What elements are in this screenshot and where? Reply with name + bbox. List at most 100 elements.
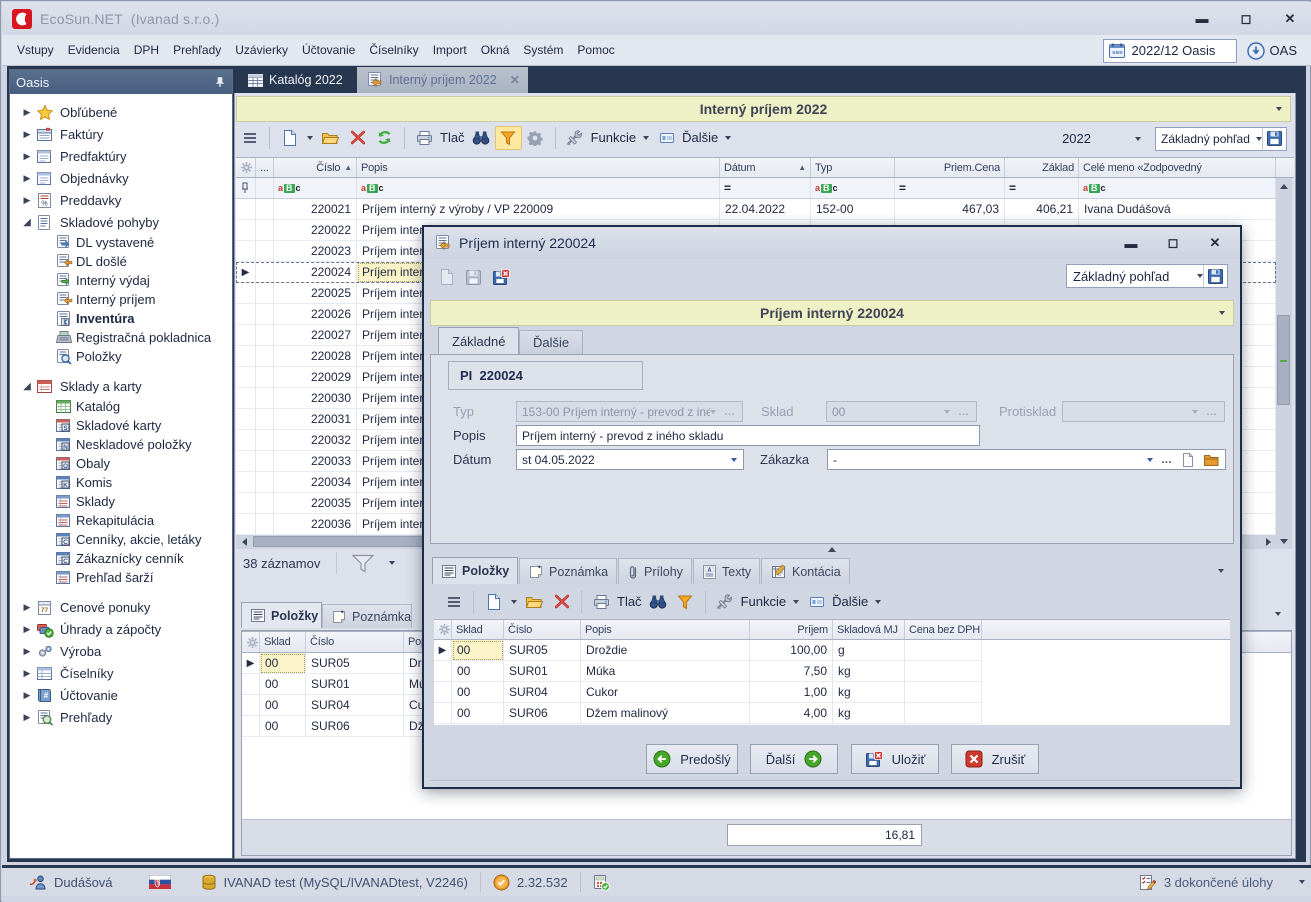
new-doc-icon[interactable] xyxy=(438,268,455,286)
grid-cell[interactable]: SUR01 xyxy=(306,674,404,695)
folder-open-icon[interactable] xyxy=(521,590,548,614)
grid-cell[interactable]: 00 xyxy=(452,682,504,703)
save-icon[interactable] xyxy=(465,269,482,286)
menu-pomoc[interactable]: Pomoc xyxy=(570,35,621,65)
sidebar-item-skladov-pohyby[interactable]: ◢Skladové pohyby xyxy=(10,211,232,233)
grid-cell[interactable]: 00 xyxy=(452,640,504,661)
tasks-caret-icon[interactable] xyxy=(1299,880,1305,884)
tab-katalog-2022[interactable]: Katalóg 2022 xyxy=(239,67,351,93)
dialog-tab-zakladne[interactable]: Základné xyxy=(438,327,519,354)
grid-cell[interactable]: 220026 xyxy=(274,304,357,325)
grid-cell[interactable]: 220033 xyxy=(274,451,357,472)
grid-cell[interactable]: 220027 xyxy=(274,325,357,346)
view-selector[interactable]: Základný pohľad xyxy=(1155,127,1287,151)
status-calc[interactable] xyxy=(593,874,610,891)
grid-cell[interactable]: SUR06 xyxy=(306,716,404,737)
menu-syst-m[interactable]: Systém xyxy=(516,35,570,65)
sidebar-item-objedn-vky[interactable]: ▶Objednávky xyxy=(10,167,232,189)
dialog-minimize-button[interactable]: ▬ xyxy=(1120,232,1142,254)
sidebar-item-v-roba[interactable]: ▶Výroba xyxy=(10,640,232,662)
tools-icon[interactable] xyxy=(712,590,739,614)
items-tab-pozn-mka[interactable]: Poznámka xyxy=(519,558,617,584)
delete-x-icon[interactable] xyxy=(548,590,575,614)
grid-cell[interactable]: 22.04.2022 xyxy=(720,199,811,220)
grid-cell[interactable]: SUR04 xyxy=(306,695,404,716)
items-tab-pr-lohy[interactable]: Prílohy xyxy=(618,558,692,584)
sidebar-item-sklady[interactable]: Sklady xyxy=(10,492,232,511)
expand-arrow-icon[interactable]: ▶ xyxy=(21,173,33,184)
grid-cell[interactable]: Cukor xyxy=(581,682,750,703)
grid-cell[interactable] xyxy=(256,367,274,388)
tab-close-icon[interactable]: ✕ xyxy=(510,73,520,87)
grid-cell[interactable]: Múka xyxy=(581,661,750,682)
splitter-handle[interactable] xyxy=(424,546,1240,553)
scroll-left-button[interactable] xyxy=(236,535,252,549)
scroll-up-button[interactable] xyxy=(1276,178,1292,194)
scroll-thumb[interactable] xyxy=(1277,315,1290,405)
sidebar-item-invent-ra[interactable]: Inventúra xyxy=(10,309,232,328)
grid-cell[interactable]: 220024 xyxy=(274,262,357,283)
grid-cell[interactable] xyxy=(256,388,274,409)
grid-cell[interactable]: SUR01 xyxy=(504,661,581,682)
expand-arrow-icon[interactable]: ▶ xyxy=(21,602,33,613)
save-view-icon[interactable] xyxy=(1203,265,1227,287)
grid-cell[interactable] xyxy=(256,514,274,535)
collapse-arrow-icon[interactable]: ◢ xyxy=(21,381,33,392)
sidebar-item-obaly[interactable]: OObaly xyxy=(10,454,232,473)
datum-picker[interactable]: st 04.05.2022 xyxy=(516,449,744,470)
grid-cell[interactable] xyxy=(256,262,274,283)
dialog-item-row[interactable]: 00SUR01Múka7,50kg xyxy=(434,661,982,682)
funnel-icon[interactable] xyxy=(672,590,699,614)
tools-icon[interactable] xyxy=(562,126,589,150)
popis-input[interactable]: Príjem interný - prevod z iného skladu xyxy=(516,425,980,446)
grid-cell[interactable] xyxy=(256,493,274,514)
dialog-item-row[interactable]: ▶00SUR05Droždie100,00g xyxy=(434,640,982,661)
filter-cell[interactable]: aBc xyxy=(357,178,720,198)
dialog-item-row[interactable]: 00SUR04Cukor1,00kg xyxy=(434,682,982,703)
print-icon[interactable] xyxy=(411,126,438,150)
column-header-dots[interactable]: ... xyxy=(256,158,274,177)
expand-arrow-icon[interactable]: ▶ xyxy=(21,624,33,635)
sidebar-item--seln-ky[interactable]: ▶Číselníky xyxy=(10,662,232,684)
lower-tabs-caret-icon[interactable] xyxy=(1275,612,1281,616)
column-header-cena-bez-dph[interactable]: Cena bez DPH xyxy=(905,620,982,639)
expand-arrow-icon[interactable]: ▶ xyxy=(21,668,33,679)
column-header-popis[interactable]: Popis xyxy=(357,158,720,177)
grid-cell[interactable] xyxy=(256,241,274,262)
filter-cell[interactable]: = xyxy=(895,178,1005,198)
grid-cell[interactable]: 220022 xyxy=(274,220,357,241)
grid-cell[interactable]: 100,00 xyxy=(750,640,833,661)
expand-arrow-icon[interactable]: ▶ xyxy=(21,712,33,723)
dialog-view-selector[interactable]: Základný pohľad xyxy=(1066,264,1228,288)
column-header-skladov-mj[interactable]: Skladová MJ xyxy=(833,620,905,639)
sidebar-item--tovanie[interactable]: ▶#Účtovanie xyxy=(10,684,232,706)
grid-cell[interactable] xyxy=(905,661,982,682)
new-doc-icon[interactable] xyxy=(480,590,507,614)
grid-cell[interactable]: 467,03 xyxy=(895,199,1005,220)
expand-arrow-icon[interactable]: ▶ xyxy=(21,107,33,118)
grid-cell[interactable]: 00 xyxy=(260,716,306,737)
vertical-scrollbar[interactable] xyxy=(1276,178,1292,549)
print-icon[interactable] xyxy=(588,590,615,614)
grid-cell[interactable]: 220036 xyxy=(274,514,357,535)
grid-cell[interactable] xyxy=(256,283,274,304)
column-header-typ[interactable]: Typ xyxy=(811,158,895,177)
filter-funnel-icon[interactable] xyxy=(351,553,375,573)
sidebar-item-skladov-karty[interactable]: SSkladové karty xyxy=(10,416,232,435)
items-tabs-caret-icon[interactable] xyxy=(1218,569,1224,573)
save-close-icon[interactable] xyxy=(492,269,510,286)
sidebar-item-katal-g[interactable]: Katalóg xyxy=(10,397,232,416)
grid-cell[interactable]: Droždie xyxy=(581,640,750,661)
functions-button[interactable]: Funkcie xyxy=(591,130,637,145)
grid-cell[interactable]: 00 xyxy=(260,674,306,695)
menu-vstupy[interactable]: Vstupy xyxy=(10,35,61,65)
sidebar-item-z-kazn-cky-cenn-k[interactable]: CZákaznícky cenník xyxy=(10,549,232,568)
grid-cell[interactable]: 406,21 xyxy=(1005,199,1079,220)
sidebar-item-predfakt-ry[interactable]: ▶Predfaktúry xyxy=(10,145,232,167)
scroll-down-button[interactable] xyxy=(1276,533,1292,549)
filter-cell[interactable]: aBc xyxy=(811,178,895,198)
grid-cell[interactable]: SUR04 xyxy=(504,682,581,703)
grid-cell[interactable]: 220023 xyxy=(274,241,357,262)
period-selector[interactable]: 2022/12 Oasis xyxy=(1103,39,1237,63)
menu-evidencia[interactable]: Evidencia xyxy=(61,35,127,65)
